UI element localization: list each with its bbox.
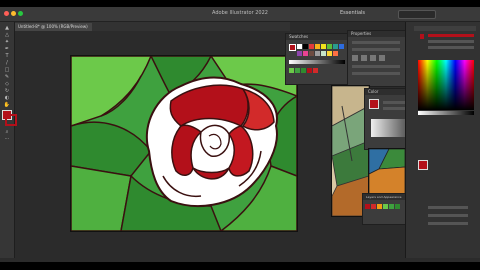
tools-panel: ▲ △ ✦ ✒ T / □ ✎ ◇ ↻ ◐ ✋ ⌕ ⋯ [0, 22, 17, 258]
swatch[interactable] [297, 44, 302, 49]
dock-row[interactable] [428, 206, 468, 209]
swatch[interactable] [339, 44, 344, 49]
swatch[interactable] [307, 68, 312, 73]
layers-panel-title[interactable]: Layers and Appearance [363, 194, 406, 200]
swatch[interactable] [289, 68, 294, 73]
search-input[interactable] [398, 10, 436, 19]
letterbox-bottom [0, 262, 480, 270]
workspace-switcher[interactable]: Essentials [340, 10, 365, 16]
swatch[interactable] [365, 204, 370, 209]
pen-tool-icon[interactable]: ✒ [3, 47, 11, 52]
swatch[interactable] [315, 51, 320, 56]
reference-image-secondary[interactable] [368, 148, 406, 195]
properties-row[interactable] [352, 41, 400, 44]
swatch[interactable] [309, 51, 314, 56]
properties-panel: Properties [347, 30, 407, 87]
swatch[interactable] [327, 44, 332, 49]
properties-row[interactable] [352, 65, 400, 68]
rectangle-tool-icon[interactable]: □ [3, 68, 11, 73]
dock-color-chip[interactable] [420, 34, 424, 39]
swatches-panel: Swatches [285, 33, 349, 85]
direct-selection-tool-icon[interactable]: △ [3, 33, 11, 38]
magic-wand-tool-icon[interactable]: ✦ [3, 40, 11, 45]
letterbox-top [0, 0, 480, 7]
grayscale-strip[interactable] [418, 111, 474, 115]
swatch[interactable] [377, 204, 382, 209]
document-tab[interactable]: Untitled-8* @ 100% (RGB/Preview) [14, 23, 92, 31]
stroke-color-swatch[interactable] [5, 114, 17, 126]
dock-row[interactable] [428, 222, 468, 225]
grayscale-ramp[interactable] [289, 60, 345, 64]
rose-artwork [71, 56, 297, 231]
swatch[interactable] [333, 51, 338, 56]
title-bar: Adobe Illustrator 2022 Essentials [0, 7, 480, 22]
more-tools-icon[interactable]: ⋯ [3, 137, 11, 142]
swatch[interactable] [295, 68, 300, 73]
dock-row[interactable] [428, 214, 468, 217]
dock-fill-swatch[interactable] [418, 160, 428, 170]
swatch[interactable] [371, 204, 376, 209]
swatch[interactable] [297, 51, 302, 56]
shape-builder-tool-icon[interactable]: ◐ [3, 96, 11, 101]
green-slider[interactable] [428, 40, 474, 43]
layers-panel: Layers and Appearance [362, 193, 407, 225]
swatch[interactable] [321, 44, 326, 49]
swatch[interactable] [333, 44, 338, 49]
swatch-selected[interactable] [289, 44, 296, 51]
color-spectrum[interactable] [418, 60, 474, 110]
swatch[interactable] [303, 51, 308, 56]
properties-row[interactable] [352, 48, 400, 51]
swatch[interactable] [389, 204, 394, 209]
blue-slider[interactable] [428, 46, 474, 49]
swatches-panel-title[interactable]: Swatches [286, 34, 348, 40]
swatch[interactable] [313, 68, 318, 73]
hand-tool-icon[interactable]: ✋ [3, 103, 11, 108]
eraser-tool-icon[interactable]: ◇ [3, 82, 11, 87]
zoom-tool-icon[interactable]: ⌕ [3, 130, 11, 135]
swatch[interactable] [383, 204, 388, 209]
swatch[interactable] [315, 44, 320, 49]
properties-panel-title[interactable]: Properties [348, 31, 406, 37]
line-tool-icon[interactable]: / [3, 61, 11, 66]
rotate-tool-icon[interactable]: ↻ [3, 89, 11, 94]
type-tool-icon[interactable]: T [3, 54, 11, 59]
paintbrush-tool-icon[interactable]: ✎ [3, 75, 11, 80]
swatch[interactable] [301, 68, 306, 73]
properties-row[interactable] [352, 72, 400, 75]
swatch[interactable] [321, 51, 326, 56]
swatch[interactable] [309, 44, 314, 49]
swatch[interactable] [303, 44, 308, 49]
dock-tabs[interactable] [414, 26, 476, 31]
align-icon[interactable] [379, 55, 385, 61]
align-icon[interactable] [361, 55, 367, 61]
red-slider[interactable] [428, 34, 474, 37]
swatch[interactable] [327, 51, 332, 56]
selection-tool-icon[interactable]: ▲ [3, 26, 11, 31]
document-tab-bar: Untitled-8* @ 100% (RGB/Preview) [0, 22, 290, 31]
screen: Adobe Illustrator 2022 Essentials Untitl… [0, 0, 480, 270]
align-icon[interactable] [352, 55, 358, 61]
align-icon[interactable] [370, 55, 376, 61]
swatch[interactable] [395, 204, 400, 209]
reference-image-secondary-graphic [369, 149, 405, 194]
artboard[interactable] [70, 55, 298, 232]
color-fill-swatch[interactable] [369, 99, 379, 109]
